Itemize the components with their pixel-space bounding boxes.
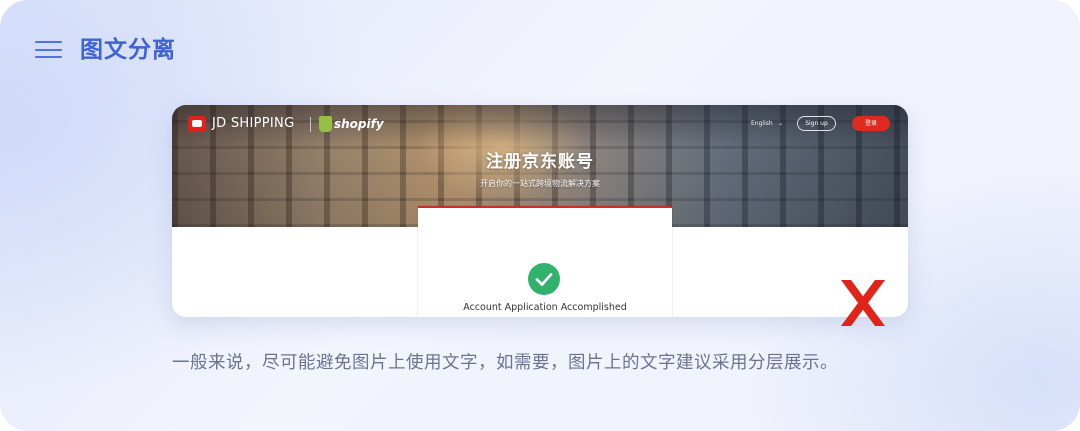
caption-text: 一般来说，尽可能避免图片上使用文字，如需要，图片上的文字建议采用分层展示。 (172, 353, 838, 373)
hero-title: 注册京东账号 (486, 152, 594, 172)
screenshot-preview: JD SHIPPING shopify English ⌄ Sign up 登录… (172, 105, 908, 317)
check-circle-icon (528, 263, 560, 295)
login-button[interactable]: 登录 (852, 116, 890, 131)
brand-divider (310, 117, 311, 132)
success-panel: Account Application Accomplished (418, 206, 672, 317)
language-selector[interactable]: English (751, 119, 773, 128)
card: 图文分离 JD SHIPPING shopify English ⌄ Sign … (0, 0, 1080, 431)
jd-brand-text: JD SHIPPING (212, 116, 295, 131)
chevron-down-icon[interactable]: ⌄ (778, 120, 783, 128)
section-title: 图文分离 (80, 37, 176, 63)
shopify-brand-text: shopify (334, 117, 384, 131)
hamburger-menu-icon[interactable] (35, 41, 62, 59)
hero-subtitle: 开启你的一站式跨境物流解决方案 (480, 179, 600, 188)
red-cross-icon (841, 280, 885, 326)
success-message: Account Application Accomplished (463, 302, 627, 313)
sign-up-button[interactable]: Sign up (797, 116, 836, 131)
jd-logo-icon (188, 116, 206, 132)
shopify-logo-icon (319, 116, 332, 132)
